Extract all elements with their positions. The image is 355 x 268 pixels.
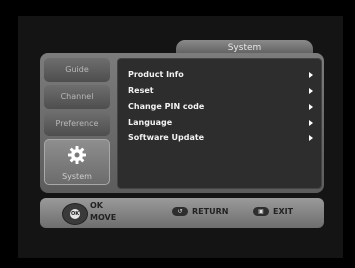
tab-preference[interactable]: Preference (44, 112, 110, 136)
menu-item-software-update[interactable]: Software Update (128, 131, 313, 145)
tab-label: Guide (65, 65, 89, 74)
exit-key-icon: ▣ (253, 207, 269, 216)
help-ok-label: OK (90, 201, 103, 210)
arrow-right-icon (309, 135, 313, 141)
menu-item-change-pin[interactable]: Change PIN code (128, 100, 313, 114)
help-bar: OK OK MOVE ↺ RETURN ▣ EXIT (40, 198, 324, 228)
tab-channel[interactable]: Channel (44, 85, 110, 109)
tab-guide[interactable]: Guide (44, 58, 110, 82)
tab-label: System (62, 172, 92, 181)
menu-item-label: Software Update (128, 133, 205, 142)
arrow-right-icon (309, 88, 313, 94)
menu-panel: Product Info Reset Change PIN code Langu… (117, 58, 322, 189)
arrow-right-icon (309, 104, 313, 110)
menu-item-label: Product Info (128, 70, 184, 79)
menu-item-label: Language (128, 118, 173, 127)
arrow-right-icon (309, 72, 313, 78)
menu-item-label: Change PIN code (128, 102, 205, 111)
help-exit-label: EXIT (273, 207, 294, 216)
menu-item-label: Reset (128, 86, 154, 95)
menu-item-reset[interactable]: Reset (128, 84, 313, 98)
tab-system[interactable]: System (44, 139, 110, 185)
help-move-label: MOVE (90, 213, 117, 222)
arrow-right-icon (309, 120, 313, 126)
dpad-ok-icon: OK (70, 209, 80, 219)
dpad-icon: OK (62, 203, 88, 225)
menu-item-language[interactable]: Language (128, 116, 313, 130)
menu-item-product-info[interactable]: Product Info (128, 68, 313, 82)
tab-label: Preference (55, 119, 99, 128)
help-return-label: RETURN (192, 207, 229, 216)
tab-label: Channel (60, 92, 94, 101)
gear-icon (68, 146, 86, 164)
return-key-icon: ↺ (172, 207, 188, 216)
